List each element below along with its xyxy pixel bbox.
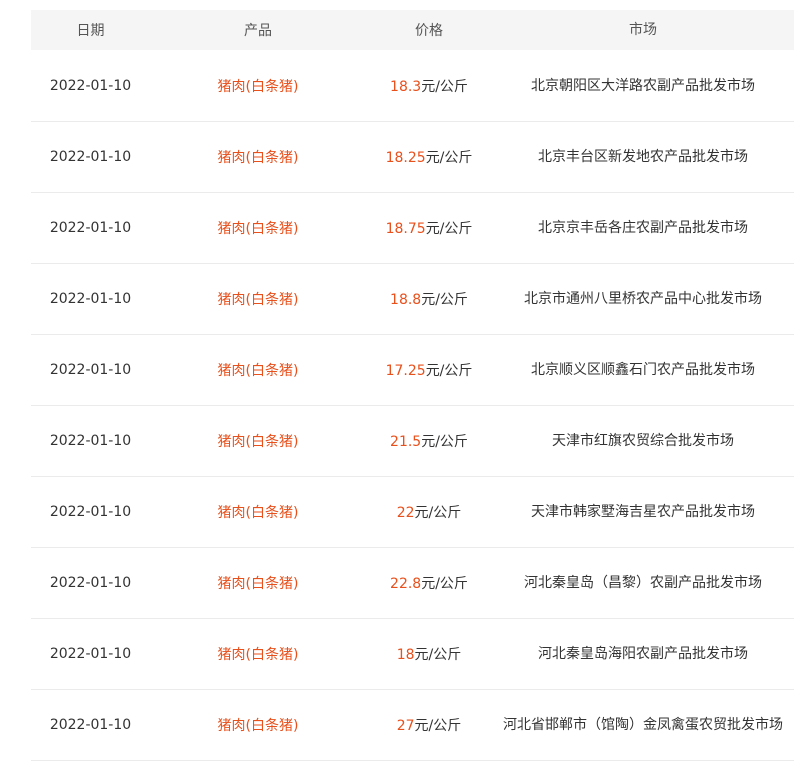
cell-date: 2022-01-10	[49, 717, 132, 733]
cell-market: 北京顺义区顺鑫石门农产品批发市场	[531, 362, 755, 378]
price-value: 18.75	[385, 221, 426, 237]
cell-market: 河北秦皇岛海阳农副产品批发市场	[538, 646, 748, 662]
cell-market: 河北省邯郸市（馆陶）金凤禽蛋农贸批发市场	[503, 717, 783, 733]
price-unit: 元/公斤	[421, 434, 468, 450]
cell-market: 天津市韩家墅海吉星农产品批发市场	[531, 504, 755, 520]
price-value: 18.3	[390, 78, 422, 95]
cell-price: 22.8元/公斤	[366, 573, 492, 593]
cell-price: 22元/公斤	[366, 502, 492, 522]
price-value: 22.8	[390, 576, 422, 592]
table-row: 2022-01-10 猪肉(白条猪) 27元/公斤 河北省邯郸市（馆陶）金凤禽蛋农贸批…	[31, 690, 794, 761]
cell-market: 河北秦皇岛（昌黎）农副产品批发市场	[524, 575, 762, 591]
table-row: 2022-01-10 猪肉(白条猪) 18.8元/公斤 北京市通州八里桥农产品中心批发…	[31, 264, 794, 335]
table-header: 日期 产品 价格 市场	[31, 10, 794, 50]
header-market: 市场	[629, 22, 657, 38]
price-unit: 元/公斤	[425, 150, 473, 166]
table-row: 2022-01-10 猪肉(白条猪) 21.5元/公斤 天津市红旗农贸综合批发市场	[31, 406, 794, 477]
cell-date: 2022-01-10	[49, 77, 132, 94]
cell-market: 北京朝阳区大洋路农副产品批发市场	[531, 77, 755, 94]
cell-price: 18.3元/公斤	[366, 76, 492, 96]
table-row: 2022-01-10 猪肉(白条猪) 18.25元/公斤 北京丰台区新发地农产品批发市…	[31, 122, 794, 193]
cell-price: 21.5元/公斤	[366, 431, 492, 451]
header-product: 产品	[244, 23, 272, 39]
cell-price: 18.8元/公斤	[366, 289, 492, 309]
price-value: 21.5	[390, 434, 422, 450]
cell-date: 2022-01-10	[49, 575, 132, 591]
price-unit: 元/公斤	[414, 718, 462, 734]
cell-price: 18元/公斤	[366, 644, 492, 664]
table-row: 2022-01-10 猪肉(白条猪) 17.25元/公斤 北京顺义区顺鑫石门农产品批发…	[31, 335, 794, 406]
price-unit: 元/公斤	[414, 505, 462, 521]
cell-price: 18.75元/公斤	[366, 218, 492, 238]
cell-price: 17.25元/公斤	[366, 360, 492, 380]
price-unit: 元/公斤	[421, 576, 468, 592]
cell-product-link[interactable]: 猪肉(白条猪)	[150, 431, 366, 451]
table-row: 2022-01-10 猪肉(白条猪) 22元/公斤 天津市韩家墅海吉星农产品批发市场	[31, 477, 794, 548]
header-price: 价格	[415, 23, 443, 39]
cell-product-link[interactable]: 猪肉(白条猪)	[150, 360, 366, 380]
price-table: 日期 产品 价格 市场 2022-01-10 猪肉(白条猪) 18.3元/公斤 北京朝…	[31, 10, 794, 761]
cell-price: 18.25元/公斤	[366, 147, 492, 167]
cell-date: 2022-01-10	[49, 149, 132, 165]
cell-date: 2022-01-10	[49, 291, 132, 307]
table-row: 2022-01-10 猪肉(白条猪) 18元/公斤 河北秦皇岛海阳农副产品批发市场	[31, 619, 794, 690]
cell-product-link[interactable]: 猪肉(白条猪)	[150, 218, 366, 238]
price-value: 22	[396, 505, 415, 521]
price-value: 18.8	[390, 292, 422, 308]
cell-product-link[interactable]: 猪肉(白条猪)	[150, 289, 366, 309]
cell-market: 北京丰台区新发地农产品批发市场	[538, 149, 748, 165]
header-date: 日期	[76, 23, 105, 39]
price-unit: 元/公斤	[425, 221, 473, 237]
table-body: 2022-01-10 猪肉(白条猪) 18.3元/公斤 北京朝阳区大洋路农副产品批发市…	[31, 50, 794, 761]
price-value: 27	[396, 718, 415, 734]
cell-product-link[interactable]: 猪肉(白条猪)	[150, 76, 366, 96]
cell-market: 北京京丰岳各庄农副产品批发市场	[538, 220, 748, 236]
table-row: 2022-01-10 猪肉(白条猪) 18.3元/公斤 北京朝阳区大洋路农副产品批发市…	[31, 50, 794, 122]
cell-market: 北京市通州八里桥农产品中心批发市场	[524, 291, 762, 307]
cell-product-link[interactable]: 猪肉(白条猪)	[150, 644, 366, 664]
price-unit: 元/公斤	[425, 363, 473, 379]
cell-date: 2022-01-10	[49, 220, 132, 236]
cell-market: 天津市红旗农贸综合批发市场	[552, 433, 734, 449]
cell-product-link[interactable]: 猪肉(白条猪)	[150, 147, 366, 167]
cell-price: 27元/公斤	[366, 715, 492, 735]
cell-product-link[interactable]: 猪肉(白条猪)	[150, 502, 366, 522]
price-unit: 元/公斤	[421, 292, 468, 308]
cell-date: 2022-01-10	[49, 362, 132, 378]
table-row: 2022-01-10 猪肉(白条猪) 18.75元/公斤 北京京丰岳各庄农副产品批发市…	[31, 193, 794, 264]
cell-date: 2022-01-10	[49, 646, 132, 662]
price-unit: 元/公斤	[421, 78, 468, 95]
cell-product-link[interactable]: 猪肉(白条猪)	[150, 715, 366, 735]
cell-date: 2022-01-10	[49, 504, 132, 520]
table-row: 2022-01-10 猪肉(白条猪) 22.8元/公斤 河北秦皇岛（昌黎）农副产品批发…	[31, 548, 794, 619]
price-value: 17.25	[385, 363, 426, 379]
price-value: 18.25	[385, 150, 426, 166]
cell-date: 2022-01-10	[49, 433, 132, 449]
cell-product-link[interactable]: 猪肉(白条猪)	[150, 573, 366, 593]
price-unit: 元/公斤	[414, 647, 462, 663]
price-value: 18	[396, 647, 415, 663]
